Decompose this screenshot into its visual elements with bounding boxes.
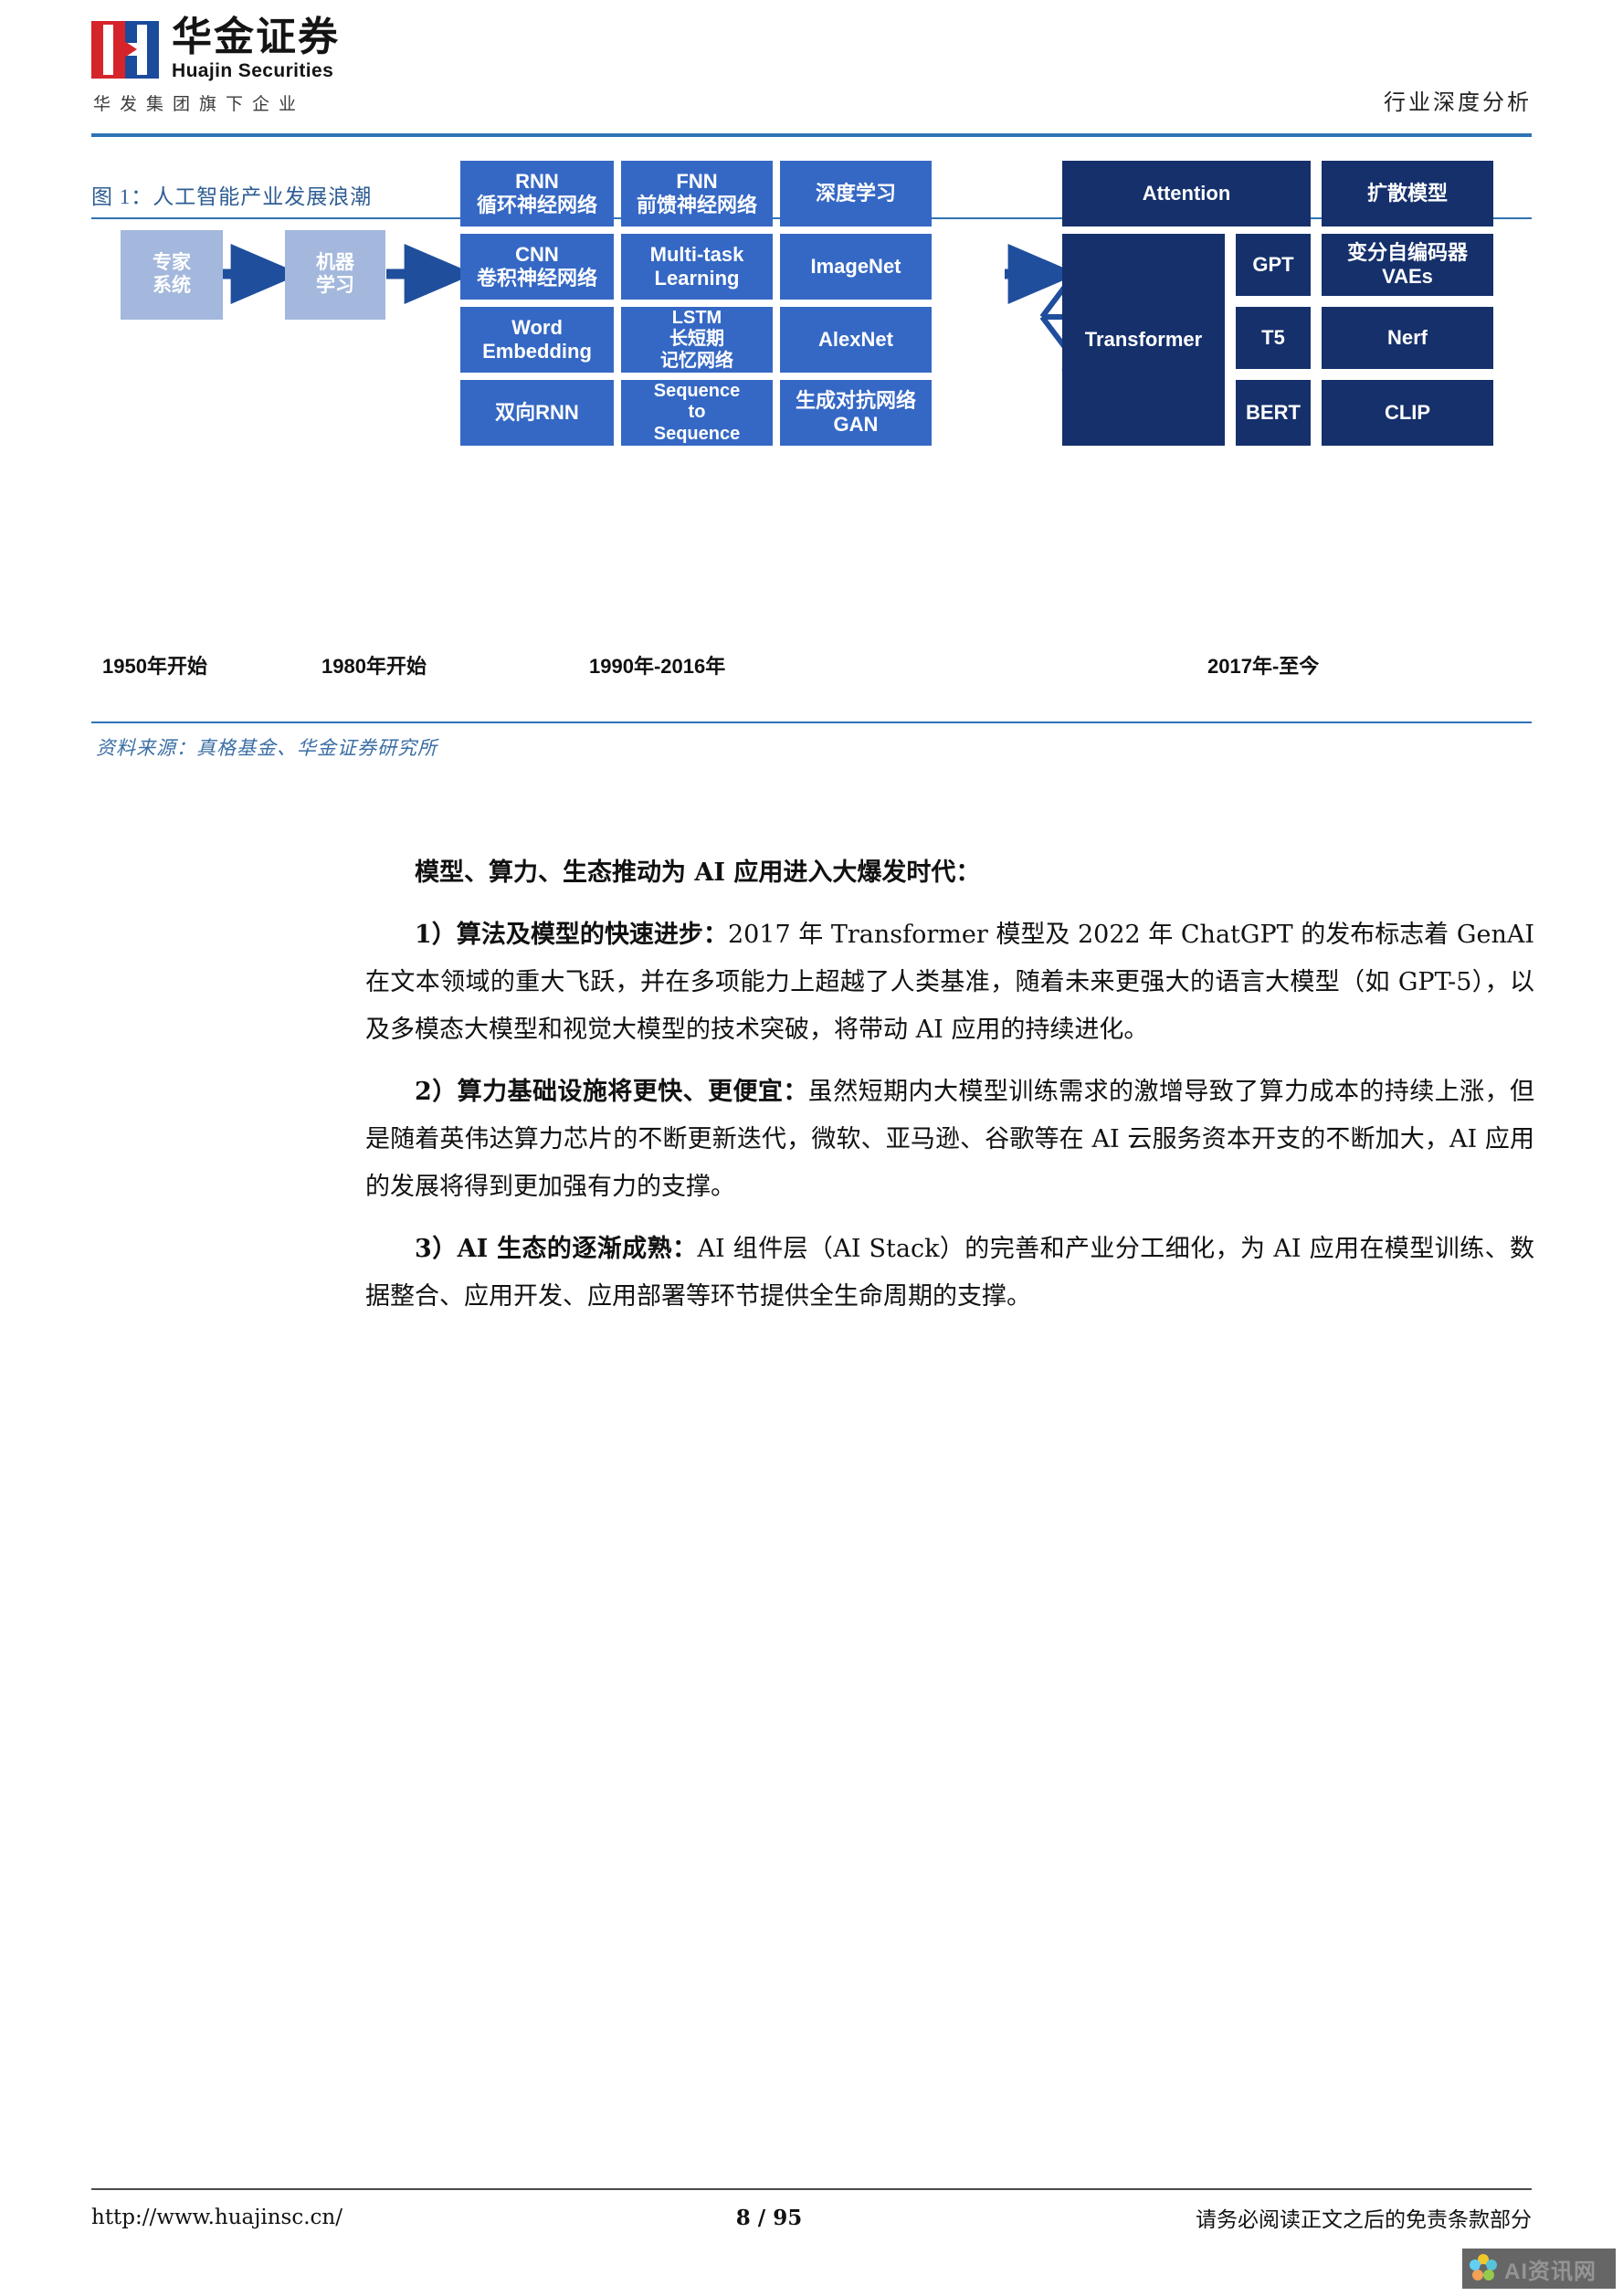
diagram-box-transformer: Transformer	[1062, 234, 1225, 446]
footer-url[interactable]: http://www.huajinsc.cn/	[91, 2206, 343, 2229]
timeline-label-1990-2016: 1990年-2016年	[589, 655, 726, 678]
footer-page-number: 8 / 95	[735, 2205, 803, 2230]
diagram-box-multitask-learning: Multi-task Learning	[621, 234, 773, 300]
company-logo: 华金证券 Huajin Securities 华发集团旗下企业	[91, 16, 406, 115]
footer-disclaimer: 请务必阅读正文之后的免责条款部分	[1196, 2208, 1532, 2232]
header-divider	[91, 133, 1532, 137]
diagram-box-clip: CLIP	[1322, 380, 1493, 446]
diagram-box-machine-learning: 机器 学习	[285, 230, 385, 320]
paragraph-1: 1）算法及模型的快速进步：2017 年 Transformer 模型及 2022…	[365, 911, 1534, 1054]
paragraph-2-heading: 2）算力基础设施将更快、更便宜：	[415, 1078, 808, 1106]
figure-bottom-divider	[91, 721, 1532, 723]
diagram-box-rnn: RNN 循环神经网络	[460, 161, 614, 226]
diagram-box-bert: BERT	[1236, 380, 1311, 446]
report-type-label: 行业深度分析	[1384, 90, 1532, 115]
paragraph-2: 2）算力基础设施将更快、更便宜：虽然短期内大模型训练需求的激增导致了算力成本的持…	[365, 1069, 1534, 1211]
logo-text-en: Huajin Securities	[172, 60, 334, 82]
diagram-box-lstm: LSTM 长短期 记忆网络	[621, 307, 773, 373]
flower-logo-icon	[1470, 2254, 1497, 2280]
diagram-box-deep-learning: 深度学习	[780, 161, 932, 226]
figure-source: 资料来源：真格基金、华金证券研究所	[96, 737, 437, 759]
paragraph-3-heading: 3）AI 生态的逐渐成熟：	[415, 1235, 698, 1263]
diagram-box-word-embedding: Word Embedding	[460, 307, 614, 373]
diagram-box-gan: 生成对抗网络 GAN	[780, 380, 932, 446]
logo-text-cn: 华金证券	[172, 15, 340, 59]
timeline-label-1980: 1980年开始	[321, 655, 427, 678]
timeline-label-2017-now: 2017年-至今	[1207, 655, 1320, 678]
diagram-box-attention: Attention	[1062, 161, 1311, 226]
diagram-box-cnn: CNN 卷积神经网络	[460, 234, 614, 300]
ai-industry-waves-diagram: 专家 系统 机器 学习 RNN 循环神经网络 FNN 前馈神经网络 深度学习 C…	[91, 161, 1532, 705]
diagram-box-nerf: Nerf	[1322, 307, 1493, 369]
diagram-box-t5: T5	[1236, 307, 1311, 369]
paragraph-lead-text: 模型、算力、生态推动为 AI 应用进入大爆发时代：	[415, 858, 981, 887]
diagram-box-vaes: 变分自编码器 VAEs	[1322, 234, 1493, 296]
page-header: 华金证券 Huajin Securities 华发集团旗下企业 行业深度分析	[0, 0, 1623, 139]
timeline-label-1950: 1950年开始	[102, 655, 207, 678]
diagram-box-sequence-to-sequence: Sequence to Sequence	[621, 380, 773, 446]
diagram-box-bidirectional-rnn: 双向RNN	[460, 380, 614, 446]
logo-subtitle: 华发集团旗下企业	[93, 95, 306, 115]
footer-divider	[91, 2188, 1532, 2190]
huajin-logo-icon	[91, 20, 159, 79]
page-footer: http://www.huajinsc.cn/ 8 / 95 请务必阅读正文之后…	[91, 2197, 1532, 2238]
body-content: 模型、算力、生态推动为 AI 应用进入大爆发时代： 1）算法及模型的快速进步：2…	[365, 849, 1534, 1335]
paragraph-1-heading: 1）算法及模型的快速进步：	[415, 921, 728, 949]
watermark-text: AI资讯网	[1504, 2259, 1597, 2284]
paragraph-lead: 模型、算力、生态推动为 AI 应用进入大爆发时代：	[365, 849, 1534, 897]
watermark: AI资讯网	[1462, 2249, 1616, 2289]
diagram-box-imagenet: ImageNet	[780, 234, 932, 300]
diagram-box-alexnet: AlexNet	[780, 307, 932, 373]
diagram-box-diffusion-model: 扩散模型	[1322, 161, 1493, 226]
diagram-box-expert-system: 专家 系统	[121, 230, 223, 320]
diagram-box-gpt: GPT	[1236, 234, 1311, 296]
paragraph-3: 3）AI 生态的逐渐成熟：AI 组件层（AI Stack）的完善和产业分工细化，…	[365, 1226, 1534, 1321]
figure-title: 图 1：人工智能产业发展浪潮	[91, 185, 373, 208]
diagram-box-fnn: FNN 前馈神经网络	[621, 161, 773, 226]
document-page: 华金证券 Huajin Securities 华发集团旗下企业 行业深度分析 图…	[0, 0, 1623, 2296]
